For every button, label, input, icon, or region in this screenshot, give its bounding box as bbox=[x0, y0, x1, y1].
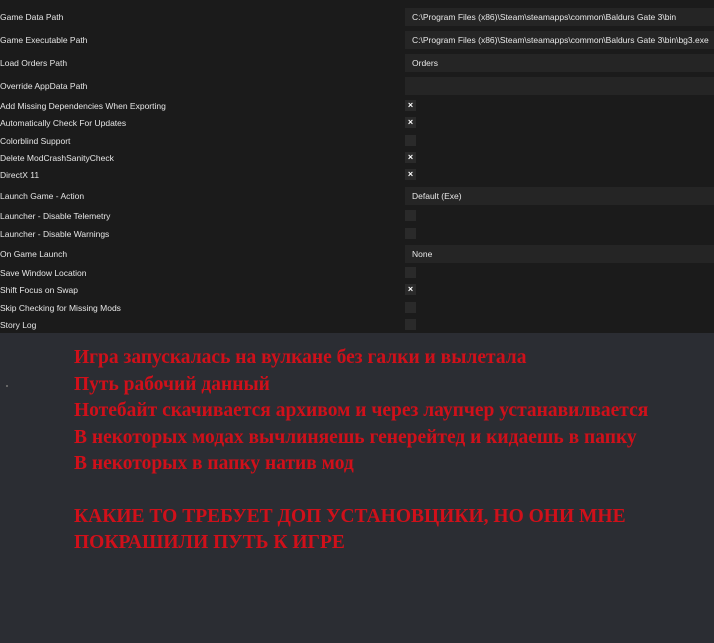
skip-checking-missing-mods-checkbox[interactable] bbox=[405, 302, 416, 313]
note-line: Игра запускалась на вулкане без галки и … bbox=[74, 347, 527, 368]
override-appdata-path-field[interactable] bbox=[405, 77, 714, 95]
setting-row-skip-checking-missing-mods: Skip Checking for Missing Mods bbox=[0, 300, 714, 316]
launcher-disable-telemetry-checkbox[interactable] bbox=[405, 210, 416, 221]
setting-row-launcher-disable-telemetry: Launcher - Disable Telemetry bbox=[0, 208, 714, 224]
note-line: В некоторых в папку натив мод bbox=[74, 453, 354, 474]
setting-label: Launch Game - Action bbox=[0, 191, 85, 201]
setting-label: Launcher - Disable Telemetry bbox=[0, 211, 111, 221]
setting-label: DirectX 11 bbox=[0, 170, 40, 180]
setting-label: Skip Checking for Missing Mods bbox=[0, 303, 121, 313]
setting-label: Add Missing Dependencies When Exporting bbox=[0, 101, 166, 111]
settings-panel: Game Data Path C:\Program Files (x86)\St… bbox=[0, 0, 714, 333]
setting-row-shift-focus-on-swap: Shift Focus on Swap × bbox=[0, 282, 714, 298]
game-data-path-field[interactable]: C:\Program Files (x86)\Steam\steamapps\c… bbox=[405, 8, 714, 26]
shift-focus-on-swap-checkbox[interactable]: × bbox=[405, 284, 416, 295]
load-orders-path-field[interactable]: Orders bbox=[405, 54, 714, 72]
delete-modcrash-check-checkbox[interactable]: × bbox=[405, 152, 416, 163]
note-line: В некоторых модах вычлиняешь генерейтед … bbox=[74, 426, 637, 448]
setting-label: Story Log bbox=[0, 320, 37, 330]
game-executable-path-field[interactable]: C:\Program Files (x86)\Steam\steamapps\c… bbox=[405, 31, 714, 49]
setting-label: Game Data Path bbox=[0, 12, 64, 22]
story-log-checkbox[interactable] bbox=[405, 319, 416, 330]
setting-row-story-log: Story Log bbox=[0, 317, 714, 333]
setting-row-load-orders-path: Load Orders Path Orders bbox=[0, 52, 714, 74]
setting-row-directx11: DirectX 11 × bbox=[0, 167, 714, 183]
note-line-caps: КАКИЕ ТО ТРЕБУЕТ ДОП УСТАНОВЦИКИ, НО ОНИ… bbox=[74, 505, 626, 554]
setting-row-override-appdata-path: Override AppData Path bbox=[0, 75, 714, 97]
setting-row-game-data-path: Game Data Path C:\Program Files (x86)\St… bbox=[0, 6, 714, 28]
setting-label: Colorblind Support bbox=[0, 136, 71, 146]
launcher-disable-warnings-checkbox[interactable] bbox=[405, 228, 416, 239]
colorblind-support-checkbox[interactable] bbox=[405, 135, 416, 146]
setting-row-game-executable-path: Game Executable Path C:\Program Files (x… bbox=[0, 29, 714, 51]
on-game-launch-select[interactable]: None bbox=[405, 245, 714, 263]
setting-row-auto-check-updates: Automatically Check For Updates × bbox=[0, 115, 714, 131]
setting-row-colorblind-support: Colorblind Support bbox=[0, 133, 714, 149]
annotation-notes: Игра запускалась на вулкане без галки и … bbox=[74, 345, 694, 557]
setting-label: On Game Launch bbox=[0, 249, 68, 259]
setting-row-on-game-launch: On Game Launch None bbox=[0, 243, 714, 265]
setting-label: Launcher - Disable Warnings bbox=[0, 229, 110, 239]
setting-label: Delete ModCrashSanityCheck bbox=[0, 153, 114, 163]
setting-label: Game Executable Path bbox=[0, 35, 88, 45]
setting-row-launch-game-action: Launch Game - Action Default (Exe) bbox=[0, 185, 714, 207]
note-line: Нотебайт скачивается архивом и через лау… bbox=[74, 400, 649, 421]
launch-game-action-select[interactable]: Default (Exe) bbox=[405, 187, 714, 205]
setting-label: Save Window Location bbox=[0, 268, 87, 278]
stray-dot bbox=[6, 385, 8, 387]
setting-label: Load Orders Path bbox=[0, 58, 68, 68]
note-line: Путь рабочий данный bbox=[74, 373, 270, 395]
add-missing-dependencies-checkbox[interactable]: × bbox=[405, 100, 416, 111]
save-window-location-checkbox[interactable] bbox=[405, 267, 416, 278]
setting-row-launcher-disable-warnings: Launcher - Disable Warnings bbox=[0, 226, 714, 242]
setting-row-add-missing-dependencies: Add Missing Dependencies When Exporting … bbox=[0, 98, 714, 114]
setting-label: Shift Focus on Swap bbox=[0, 285, 78, 295]
setting-row-delete-modcrash-check: Delete ModCrashSanityCheck × bbox=[0, 150, 714, 166]
setting-label: Automatically Check For Updates bbox=[0, 118, 127, 128]
auto-check-updates-checkbox[interactable]: × bbox=[405, 117, 416, 128]
setting-label: Override AppData Path bbox=[0, 81, 88, 91]
directx11-checkbox[interactable]: × bbox=[405, 169, 416, 180]
setting-row-save-window-location: Save Window Location bbox=[0, 265, 714, 281]
